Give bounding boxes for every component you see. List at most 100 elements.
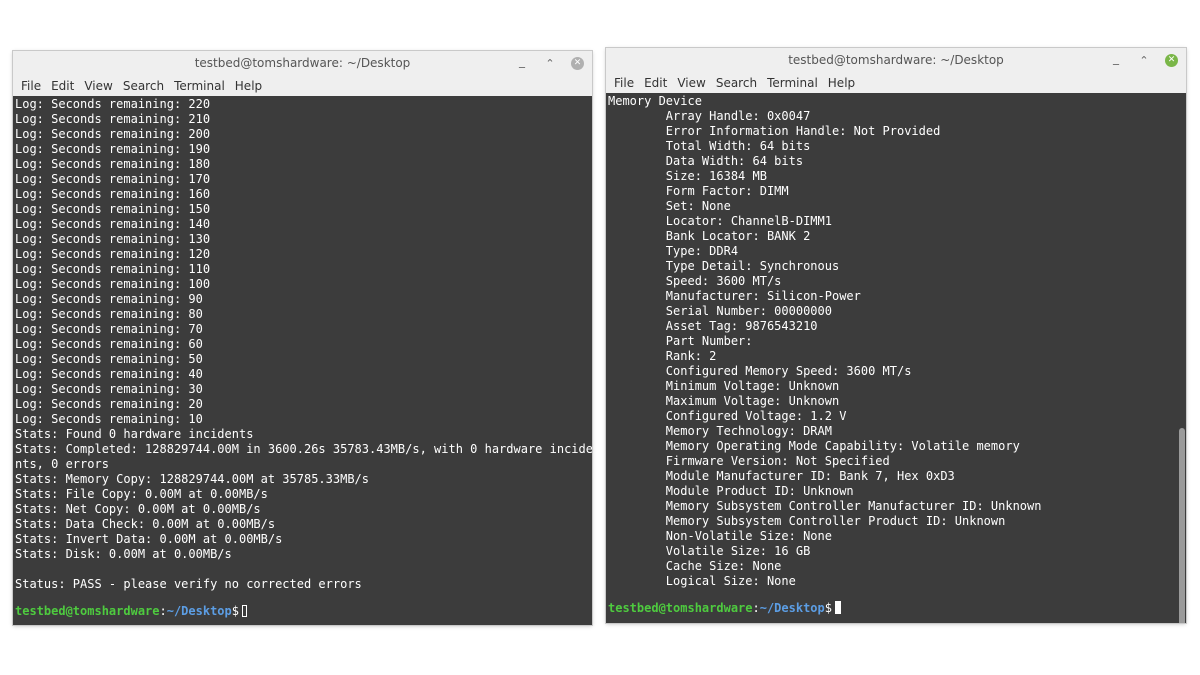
terminal-line: Serial Number: 00000000 — [608, 304, 832, 318]
menu-view[interactable]: View — [675, 76, 713, 90]
terminal-window-right[interactable]: testbed@tomshardware: ~/Desktop _ ⌃ ✕ Fi… — [606, 48, 1186, 623]
minimize-icon[interactable]: _ — [1109, 51, 1123, 65]
menu-help[interactable]: Help — [826, 76, 863, 90]
terminal-line: Log: Seconds remaining: 40 — [15, 367, 203, 381]
terminal-line: Module Product ID: Unknown — [608, 484, 854, 498]
window-title: testbed@tomshardware: ~/Desktop — [194, 56, 411, 70]
terminal-line: Stats: Found 0 hardware incidents — [15, 427, 254, 441]
maximize-icon[interactable]: ⌃ — [1137, 53, 1151, 67]
terminal-line: Memory Operating Mode Capability: Volati… — [608, 439, 1020, 453]
terminal-line: Log: Seconds remaining: 220 — [15, 97, 211, 111]
menu-file[interactable]: File — [19, 79, 49, 93]
terminal-line: Log: Seconds remaining: 100 — [15, 277, 211, 291]
terminal-line: Array Handle: 0x0047 — [608, 109, 811, 123]
terminal-line: Log: Seconds remaining: 50 — [15, 352, 203, 366]
title-bar[interactable]: testbed@tomshardware: ~/Desktop _ ⌃ ✕ — [13, 51, 592, 75]
close-icon[interactable]: ✕ — [571, 56, 584, 70]
terminal-line: Log: Seconds remaining: 130 — [15, 232, 211, 246]
terminal-line: Type Detail: Synchronous — [608, 259, 840, 273]
terminal-line: Log: Seconds remaining: 110 — [15, 262, 211, 276]
terminal-line: Log: Seconds remaining: 120 — [15, 247, 211, 261]
terminal-line: Stats: Disk: 0.00M at 0.00MB/s — [15, 547, 232, 561]
terminal-line: Log: Seconds remaining: 20 — [15, 397, 203, 411]
menu-view[interactable]: View — [82, 79, 120, 93]
terminal-line: Log: Seconds remaining: 60 — [15, 337, 203, 351]
terminal-line: Configured Voltage: 1.2 V — [608, 409, 847, 423]
terminal-line: Error Information Handle: Not Provided — [608, 124, 941, 138]
terminal-text: Memory Device Array Handle: 0x0047 Error… — [608, 94, 1174, 616]
terminal-line: Stats: File Copy: 0.00M at 0.00MB/s — [15, 487, 268, 501]
prompt-dollar: $ — [231, 604, 239, 618]
terminal-window-left[interactable]: testbed@tomshardware: ~/Desktop _ ⌃ ✕ Fi… — [13, 51, 592, 625]
terminal-line: Memory Technology: DRAM — [608, 424, 832, 438]
menu-edit[interactable]: Edit — [642, 76, 675, 90]
terminal-line: Stats: Completed: 128829744.00M in 3600.… — [15, 442, 592, 456]
terminal-line: Log: Seconds remaining: 160 — [15, 187, 211, 201]
menu-search[interactable]: Search — [714, 76, 765, 90]
terminal-line: Stats: Invert Data: 0.00M at 0.00MB/s — [15, 532, 283, 546]
menu-help[interactable]: Help — [233, 79, 270, 93]
terminal-line: Stats: Data Check: 0.00M at 0.00MB/s — [15, 517, 276, 531]
menu-terminal[interactable]: Terminal — [172, 79, 233, 93]
terminal-line: Log: Seconds remaining: 200 — [15, 127, 211, 141]
menu-bar: File Edit View Search Terminal Help — [13, 75, 592, 96]
terminal-output[interactable]: Memory Device Array Handle: 0x0047 Error… — [606, 93, 1186, 623]
terminal-line: Data Width: 64 bits — [608, 154, 804, 168]
terminal-line: Log: Seconds remaining: 170 — [15, 172, 211, 186]
title-bar[interactable]: testbed@tomshardware: ~/Desktop _ ⌃ ✕ — [606, 48, 1186, 72]
terminal-line: Log: Seconds remaining: 90 — [15, 292, 203, 306]
prompt-colon: : — [752, 601, 760, 615]
terminal-line: Cache Size: None — [608, 559, 782, 573]
prompt-path: ~/Desktop — [166, 604, 232, 618]
scrollbar[interactable] — [1179, 428, 1185, 623]
terminal-line: Total Width: 64 bits — [608, 139, 811, 153]
prompt-user-host: testbed@tomshardware — [15, 604, 160, 618]
terminal-line: Log: Seconds remaining: 190 — [15, 142, 211, 156]
terminal-line: Log: Seconds remaining: 80 — [15, 307, 203, 321]
menu-file[interactable]: File — [612, 76, 642, 90]
terminal-line: Log: Seconds remaining: 180 — [15, 157, 211, 171]
terminal-text: Log: Seconds remaining: 220 Log: Seconds … — [15, 97, 592, 619]
terminal-line: Stats: Net Copy: 0.00M at 0.00MB/s — [15, 502, 261, 516]
close-icon[interactable]: ✕ — [1165, 53, 1178, 67]
terminal-line: Firmware Version: Not Specified — [608, 454, 890, 468]
terminal-line: Type: DDR4 — [608, 244, 739, 258]
window-controls: _ ⌃ ✕ — [1109, 48, 1178, 72]
terminal-line: Form Factor: DIMM — [608, 184, 789, 198]
menu-bar: File Edit View Search Terminal Help — [606, 72, 1186, 93]
prompt-colon: : — [159, 604, 167, 618]
terminal-line: Log: Seconds remaining: 30 — [15, 382, 203, 396]
terminal-line: Bank Locator: BANK 2 — [608, 229, 811, 243]
terminal-line: Logical Size: None — [608, 574, 796, 588]
window-title: testbed@tomshardware: ~/Desktop — [788, 53, 1004, 67]
shell-prompt[interactable]: testbed@tomshardware:~/Desktop$ — [15, 604, 580, 619]
shell-prompt[interactable]: testbed@tomshardware:~/Desktop$ — [608, 601, 1174, 616]
terminal-line: Log: Seconds remaining: 150 — [15, 202, 211, 216]
terminal-line: Maximum Voltage: Unknown — [608, 394, 840, 408]
terminal-line: Log: Seconds remaining: 70 — [15, 322, 203, 336]
minimize-icon[interactable]: _ — [515, 54, 529, 68]
terminal-line: Manufacturer: Silicon-Power — [608, 289, 861, 303]
terminal-line: Configured Memory Speed: 3600 MT/s — [608, 364, 912, 378]
terminal-line: Non-Volatile Size: None — [608, 529, 832, 543]
prompt-dollar: $ — [824, 601, 832, 615]
menu-edit[interactable]: Edit — [49, 79, 82, 93]
prompt-user-host: testbed@tomshardware — [608, 601, 753, 615]
terminal-line: Rank: 2 — [608, 349, 717, 363]
terminal-line: Memory Subsystem Controller Manufacturer… — [608, 499, 1042, 513]
terminal-line: Status: PASS - please verify no correcte… — [15, 577, 362, 591]
maximize-icon[interactable]: ⌃ — [543, 56, 557, 70]
terminal-line: Memory Device — [608, 94, 702, 108]
prompt-path: ~/Desktop — [759, 601, 825, 615]
menu-terminal[interactable]: Terminal — [765, 76, 826, 90]
terminal-line: Module Manufacturer ID: Bank 7, Hex 0xD3 — [608, 469, 955, 483]
terminal-output[interactable]: Log: Seconds remaining: 220 Log: Seconds … — [13, 96, 592, 625]
terminal-line: Set: None — [608, 199, 731, 213]
terminal-line: Log: Seconds remaining: 140 — [15, 217, 211, 231]
terminal-line: nts, 0 errors — [15, 457, 109, 471]
terminal-line: Volatile Size: 16 GB — [608, 544, 811, 558]
terminal-line: Log: Seconds remaining: 10 — [15, 412, 203, 426]
menu-search[interactable]: Search — [121, 79, 172, 93]
text-cursor — [242, 605, 247, 617]
